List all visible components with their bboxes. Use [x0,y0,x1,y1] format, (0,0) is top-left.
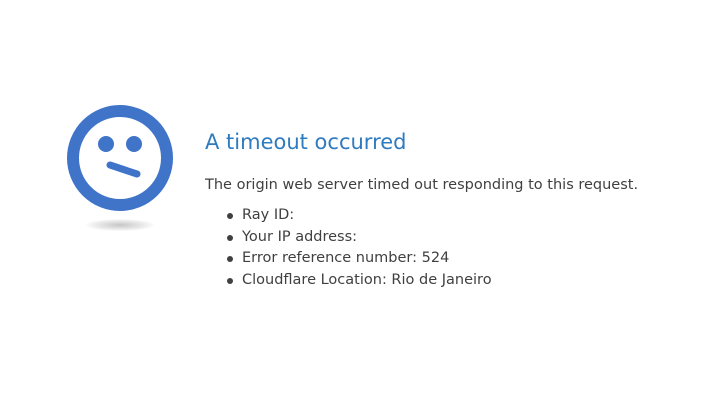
error-page: A timeout occurred The origin web server… [0,0,708,420]
error-title: A timeout occurred [205,130,407,154]
detail-ip-address: Your IP address: [227,227,685,249]
confused-face-icon [64,102,176,214]
detail-ray-id: Ray ID: [227,205,685,227]
error-message: The origin web server timed out respondi… [205,177,639,193]
error-content: A timeout occurred The origin web server… [205,126,685,291]
icon-shadow [86,219,154,231]
error-details-list: Ray ID: Your IP address: Error reference… [205,205,685,291]
detail-error-reference: Error reference number: 524 [227,248,685,270]
detail-cloudflare-location: Cloudflare Location: Rio de Janeiro [227,270,685,292]
